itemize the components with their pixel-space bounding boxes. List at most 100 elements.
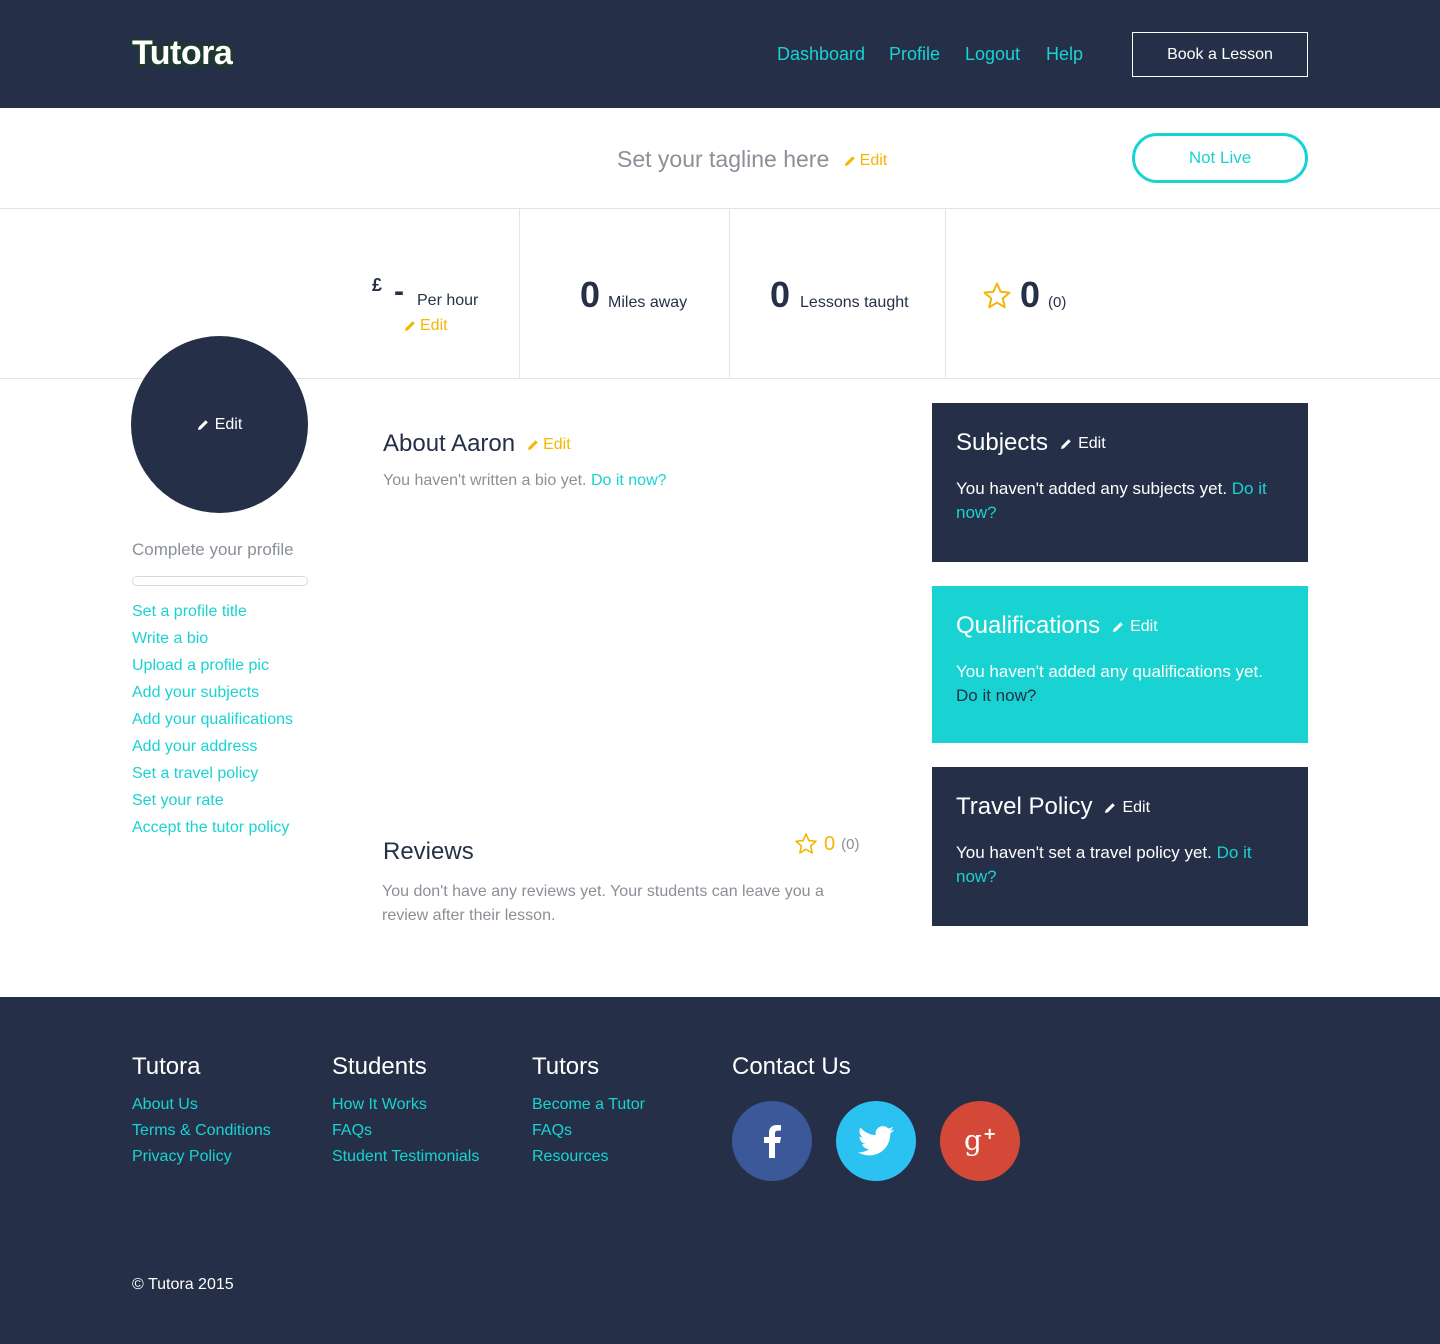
travel-empty-text: You haven't set a travel policy yet. [956, 843, 1212, 862]
subjects-panel: Subjects Edit You haven't added any subj… [932, 403, 1308, 562]
pencil-icon [528, 440, 538, 450]
travel-title: Travel Policy [956, 793, 1093, 820]
stats-divider [519, 209, 520, 379]
qualifications-title: Qualifications [956, 612, 1101, 639]
copyright: © Tutora 2015 [132, 1276, 234, 1293]
about-title: About Aaron [383, 430, 516, 457]
facebook-button[interactable] [732, 1101, 812, 1181]
qualifications-empty-text: You haven't added any qualifications yet… [956, 662, 1263, 681]
reviews-rating-value: 0 [824, 832, 836, 855]
nav-help[interactable]: Help [1046, 44, 1083, 65]
complete-profile-title: Complete your profile [132, 540, 294, 559]
tagline-edit-label: Edit [859, 152, 888, 169]
pencil-icon [1113, 622, 1123, 632]
nav-profile[interactable]: Profile [889, 44, 940, 65]
twitter-button[interactable] [836, 1101, 916, 1181]
avatar-edit-label: Edit [214, 415, 243, 433]
google-plus-button[interactable]: g + [940, 1101, 1020, 1181]
pencil-icon [405, 321, 415, 331]
travel-heading: Travel Policy Edit [956, 793, 1284, 821]
footer-about-us-link[interactable]: About Us [132, 1095, 271, 1121]
footer-tutor-faqs-link[interactable]: FAQs [532, 1121, 645, 1147]
footer-col-tutors: Tutors Become a Tutor FAQs Resources [532, 1053, 645, 1173]
footer-tutors-title: Tutors [532, 1053, 600, 1080]
book-lesson-button[interactable]: Book a Lesson [1132, 32, 1308, 77]
svg-text:g: g [964, 1124, 982, 1157]
footer-tutora-title: Tutora [132, 1053, 201, 1080]
google-plus-icon: g + [964, 1124, 996, 1157]
footer-student-faqs-link[interactable]: FAQs [332, 1121, 479, 1147]
lessons-stat: 0 Lessons taught [770, 274, 909, 316]
distance-label: Miles away [608, 294, 688, 311]
rate-value: - [394, 275, 404, 308]
todo-set-profile-title[interactable]: Set a profile title [132, 602, 293, 629]
about-do-it-now-link[interactable]: Do it now? [591, 472, 667, 489]
currency-symbol: £ [372, 275, 383, 295]
subjects-body: You haven't added any subjects yet. Do i… [956, 477, 1284, 525]
tagline: Set your tagline here Edit [617, 146, 887, 173]
about-empty-text: You haven't written a bio yet. [383, 472, 587, 489]
footer-privacy-link[interactable]: Privacy Policy [132, 1147, 271, 1173]
about-heading: About Aaron Edit [383, 430, 571, 458]
subjects-edit-button[interactable]: Edit [1060, 435, 1106, 453]
tagline-text: Set your tagline here [617, 146, 830, 172]
rate-edit-label: Edit [420, 317, 448, 334]
subjects-empty-text: You haven't added any subjects yet. [956, 479, 1228, 498]
pencil-icon [1105, 803, 1116, 813]
facebook-icon [764, 1125, 781, 1158]
footer-how-it-works-link[interactable]: How It Works [332, 1095, 479, 1121]
rating-value: 0 [1020, 274, 1041, 315]
todo-set-rate[interactable]: Set your rate [132, 791, 293, 818]
nav-logout[interactable]: Logout [965, 44, 1020, 65]
nav-dashboard[interactable]: Dashboard [777, 44, 865, 65]
travel-edit-label: Edit [1122, 799, 1151, 816]
subjects-edit-label: Edit [1078, 435, 1106, 452]
qualifications-panel: Qualifications Edit You haven't added an… [932, 586, 1308, 743]
qualifications-do-it-now-link[interactable]: Do it now? [956, 686, 1036, 705]
lessons-label: Lessons taught [800, 294, 909, 311]
star-icon [795, 833, 817, 854]
todo-accept-policy[interactable]: Accept the tutor policy [132, 818, 293, 845]
footer-become-tutor-link[interactable]: Become a Tutor [532, 1095, 645, 1121]
about-body: You haven't written a bio yet. Do it now… [383, 472, 667, 490]
live-status-button[interactable]: Not Live [1132, 133, 1308, 183]
todo-set-travel-policy[interactable]: Set a travel policy [132, 764, 293, 791]
distance-value: 0 [580, 274, 601, 315]
todo-add-qualifications[interactable]: Add your qualifications [132, 710, 293, 737]
qualifications-body: You haven't added any qualifications yet… [956, 660, 1284, 708]
rating-stat: 0 (0) [982, 274, 1066, 316]
todo-add-address[interactable]: Add your address [132, 737, 293, 764]
twitter-icon [858, 1126, 894, 1156]
pencil-icon [1061, 439, 1071, 449]
footer-testimonials-link[interactable]: Student Testimonials [332, 1147, 479, 1173]
rate-edit-button[interactable]: Edit [404, 317, 448, 335]
travel-body: You haven't set a travel policy yet. Do … [956, 841, 1284, 889]
footer-contact-title: Contact Us [732, 1053, 851, 1080]
footer-terms-link[interactable]: Terms & Conditions [132, 1121, 271, 1147]
stats-divider [729, 209, 730, 379]
about-edit-label: Edit [543, 436, 571, 453]
tutora-logo[interactable]: Tutora [132, 34, 233, 73]
lessons-value: 0 [770, 274, 791, 315]
rate-label: Per hour [417, 292, 479, 309]
reviews-rating: 0 (0) [794, 832, 859, 856]
star-icon [983, 282, 1011, 309]
travel-edit-button[interactable]: Edit [1104, 799, 1150, 817]
profile-progress-bar [132, 576, 308, 586]
subjects-title: Subjects [956, 429, 1049, 456]
reviews-title: Reviews [383, 838, 474, 865]
qualifications-edit-label: Edit [1130, 618, 1158, 635]
tagline-edit-button[interactable]: Edit [844, 152, 888, 170]
about-edit-button[interactable]: Edit [527, 436, 571, 454]
qualifications-edit-button[interactable]: Edit [1112, 618, 1158, 636]
todo-write-bio[interactable]: Write a bio [132, 629, 293, 656]
svg-text:+: + [983, 1124, 996, 1143]
reviews-empty-text: You don't have any reviews yet. Your stu… [382, 883, 824, 924]
footer-col-students: Students How It Works FAQs Student Testi… [332, 1053, 479, 1173]
todo-upload-pic[interactable]: Upload a profile pic [132, 656, 293, 683]
footer-resources-link[interactable]: Resources [532, 1147, 645, 1173]
stats-divider [945, 209, 946, 379]
todo-add-subjects[interactable]: Add your subjects [132, 683, 293, 710]
avatar-edit-button[interactable]: Edit [131, 336, 308, 513]
travel-policy-panel: Travel Policy Edit You haven't set a tra… [932, 767, 1308, 926]
